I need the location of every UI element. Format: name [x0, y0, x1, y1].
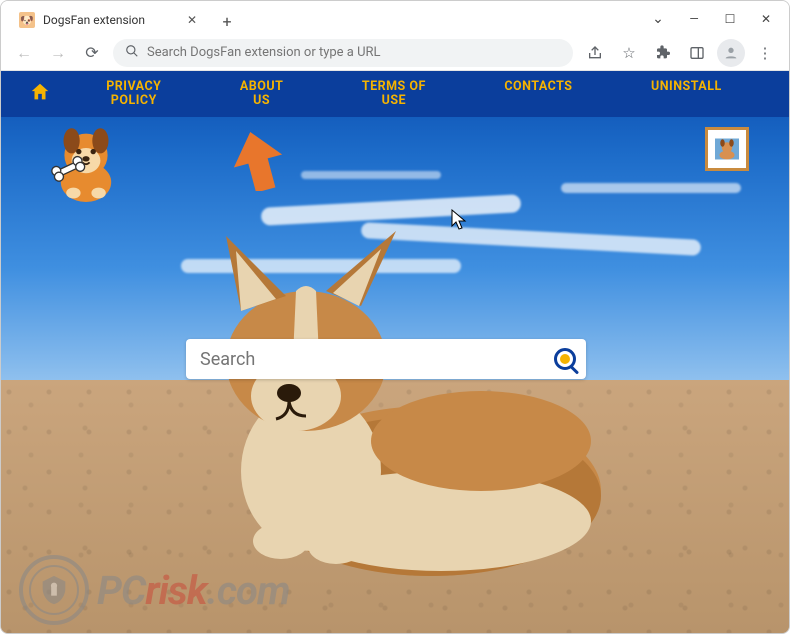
- menu-icon[interactable]: ⋮: [751, 39, 779, 67]
- site-navbar: PRIVACY POLICY ABOUT US TERMS OF USE CON…: [1, 71, 789, 117]
- home-icon[interactable]: [29, 81, 57, 108]
- browser-tab[interactable]: 🐶 DogsFan extension ✕: [9, 5, 209, 35]
- tab-dropdown-icon[interactable]: ⌄: [641, 7, 675, 31]
- nav-privacy-policy[interactable]: PRIVACY POLICY: [106, 80, 161, 109]
- page-search-bar[interactable]: [186, 339, 586, 379]
- omnibox[interactable]: [113, 39, 573, 67]
- window-close-button[interactable]: ✕: [749, 7, 783, 31]
- watermark: PCrisk.com: [19, 555, 290, 625]
- watermark-text: PCrisk.com: [97, 567, 290, 614]
- dog-logo-icon: [41, 121, 131, 215]
- extensions-icon[interactable]: [649, 39, 677, 67]
- cloud-decoration: [561, 183, 741, 193]
- bookmark-icon[interactable]: ☆: [615, 39, 643, 67]
- page-search-button[interactable]: [550, 344, 580, 374]
- picture-frame-icon[interactable]: [705, 127, 749, 171]
- new-tab-button[interactable]: +: [213, 7, 241, 35]
- address-input[interactable]: [147, 45, 561, 60]
- page-content: PRIVACY POLICY ABOUT US TERMS OF USE CON…: [1, 71, 789, 633]
- forward-button[interactable]: →: [45, 40, 71, 66]
- titlebar: 🐶 DogsFan extension ✕ + ⌄ — ☐ ✕: [1, 1, 789, 35]
- nav-menu: PRIVACY POLICY ABOUT US TERMS OF USE CON…: [67, 80, 761, 109]
- cloud-decoration: [301, 171, 441, 179]
- corgi-image: [181, 221, 611, 585]
- search-icon: [125, 44, 139, 62]
- window-minimize-button[interactable]: —: [677, 7, 711, 31]
- nav-uninstall[interactable]: UNINSTALL: [651, 80, 722, 109]
- tab-close-icon[interactable]: ✕: [185, 13, 199, 27]
- magnifier-icon: [554, 348, 576, 370]
- window-controls: ⌄ — ☐ ✕: [641, 7, 783, 31]
- page-search-input[interactable]: [200, 349, 550, 370]
- back-button[interactable]: ←: [11, 40, 37, 66]
- toolbar-right: ☆ ⋮: [581, 39, 779, 67]
- sidepanel-icon[interactable]: [683, 39, 711, 67]
- reload-button[interactable]: ⟳: [79, 40, 105, 66]
- browser-toolbar: ← → ⟳ ☆ ⋮: [1, 35, 789, 71]
- browser-window: 🐶 DogsFan extension ✕ + ⌄ — ☐ ✕ ← → ⟳ ☆: [0, 0, 790, 634]
- window-maximize-button[interactable]: ☐: [713, 7, 747, 31]
- tab-favicon-icon: 🐶: [19, 12, 35, 28]
- tab-title: DogsFan extension: [43, 13, 177, 27]
- profile-avatar-icon[interactable]: [717, 39, 745, 67]
- nav-terms-of-use[interactable]: TERMS OF USE: [362, 80, 426, 109]
- nav-contacts[interactable]: CONTACTS: [504, 80, 572, 109]
- share-icon[interactable]: [581, 39, 609, 67]
- watermark-badge-icon: [19, 555, 89, 625]
- nav-about-us[interactable]: ABOUT US: [240, 80, 283, 109]
